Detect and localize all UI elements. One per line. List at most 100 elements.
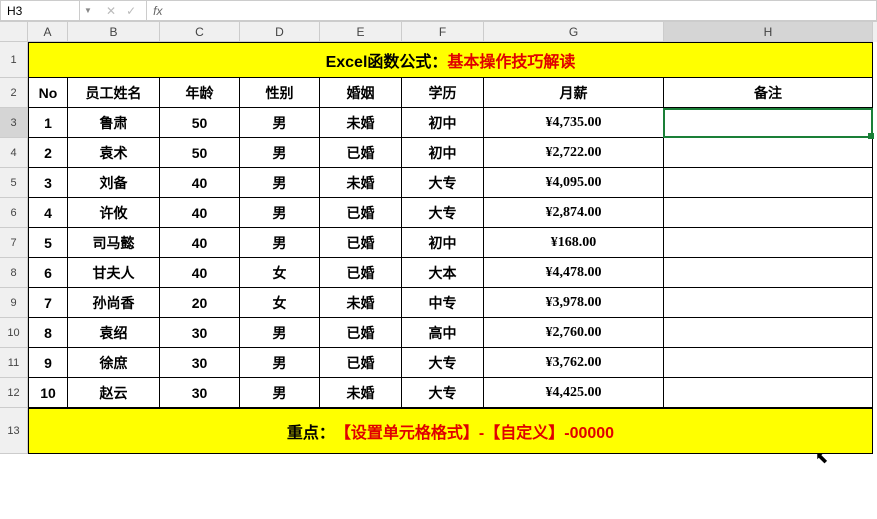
td-edu[interactable]: 大本 [402, 258, 484, 288]
td-edu[interactable]: 大专 [402, 168, 484, 198]
td-age[interactable]: 20 [160, 288, 240, 318]
td-age[interactable]: 40 [160, 198, 240, 228]
col-header-A[interactable]: A [28, 22, 68, 42]
td-name[interactable]: 孙尚香 [68, 288, 160, 318]
td-name[interactable]: 司马懿 [68, 228, 160, 258]
row-header-12[interactable]: 12 [0, 378, 28, 408]
row-header-4[interactable]: 4 [0, 138, 28, 168]
td-name[interactable]: 鲁肃 [68, 108, 160, 138]
name-box-dropdown-icon[interactable]: ▼ [80, 0, 96, 21]
th-salary[interactable]: 月薪 [484, 78, 664, 108]
td-marriage[interactable]: 未婚 [320, 168, 402, 198]
td-gender[interactable]: 男 [240, 378, 320, 408]
col-header-F[interactable]: F [402, 22, 484, 42]
td-note[interactable] [664, 288, 873, 318]
td-age[interactable]: 40 [160, 168, 240, 198]
td-salary[interactable]: ¥4,478.00 [484, 258, 664, 288]
footer-banner[interactable]: 重点： 【设置单元格格式】-【自定义】-00000 [28, 408, 873, 454]
td-note[interactable] [664, 258, 873, 288]
td-age[interactable]: 30 [160, 378, 240, 408]
td-edu[interactable]: 中专 [402, 288, 484, 318]
td-salary[interactable]: ¥4,425.00 [484, 378, 664, 408]
th-edu[interactable]: 学历 [402, 78, 484, 108]
td-note[interactable] [664, 168, 873, 198]
row-header-6[interactable]: 6 [0, 198, 28, 228]
td-no[interactable]: 5 [28, 228, 68, 258]
col-header-G[interactable]: G [484, 22, 664, 42]
td-edu[interactable]: 大专 [402, 198, 484, 228]
th-age[interactable]: 年龄 [160, 78, 240, 108]
row-header-11[interactable]: 11 [0, 348, 28, 378]
td-edu[interactable]: 初中 [402, 108, 484, 138]
fx-label[interactable]: fx [147, 0, 168, 21]
td-salary[interactable]: ¥3,978.00 [484, 288, 664, 318]
td-salary[interactable]: ¥2,874.00 [484, 198, 664, 228]
td-edu[interactable]: 大专 [402, 348, 484, 378]
formula-input[interactable] [168, 0, 877, 21]
td-no[interactable]: 3 [28, 168, 68, 198]
td-marriage[interactable]: 未婚 [320, 378, 402, 408]
col-header-H[interactable]: H [664, 22, 873, 42]
td-name[interactable]: 赵云 [68, 378, 160, 408]
col-header-C[interactable]: C [160, 22, 240, 42]
td-edu[interactable]: 初中 [402, 138, 484, 168]
td-no[interactable]: 8 [28, 318, 68, 348]
td-note[interactable] [664, 348, 873, 378]
td-no[interactable]: 6 [28, 258, 68, 288]
td-marriage[interactable]: 已婚 [320, 138, 402, 168]
td-salary[interactable]: ¥2,760.00 [484, 318, 664, 348]
th-no[interactable]: No [28, 78, 68, 108]
th-name[interactable]: 员工姓名 [68, 78, 160, 108]
td-name[interactable]: 徐庶 [68, 348, 160, 378]
row-header-2[interactable]: 2 [0, 78, 28, 108]
td-marriage[interactable]: 已婚 [320, 198, 402, 228]
td-no[interactable]: 9 [28, 348, 68, 378]
td-salary[interactable]: ¥4,095.00 [484, 168, 664, 198]
title-banner[interactable]: Excel函数公式： 基本操作技巧解读 [28, 42, 873, 78]
td-note[interactable] [664, 138, 873, 168]
row-header-10[interactable]: 10 [0, 318, 28, 348]
td-note[interactable] [664, 198, 873, 228]
td-marriage[interactable]: 未婚 [320, 108, 402, 138]
row-header-13[interactable]: 13 [0, 408, 28, 454]
td-age[interactable]: 50 [160, 138, 240, 168]
td-marriage[interactable]: 已婚 [320, 318, 402, 348]
td-note[interactable] [664, 318, 873, 348]
td-gender[interactable]: 男 [240, 138, 320, 168]
td-marriage[interactable]: 已婚 [320, 258, 402, 288]
td-age[interactable]: 30 [160, 318, 240, 348]
td-name[interactable]: 甘夫人 [68, 258, 160, 288]
name-box[interactable]: H3 [0, 0, 80, 21]
td-salary[interactable]: ¥168.00 [484, 228, 664, 258]
td-note[interactable] [664, 228, 873, 258]
td-note[interactable] [664, 378, 873, 408]
td-marriage[interactable]: 已婚 [320, 228, 402, 258]
td-gender[interactable]: 男 [240, 108, 320, 138]
td-age[interactable]: 40 [160, 258, 240, 288]
td-marriage[interactable]: 未婚 [320, 288, 402, 318]
row-header-7[interactable]: 7 [0, 228, 28, 258]
col-header-E[interactable]: E [320, 22, 402, 42]
td-age[interactable]: 50 [160, 108, 240, 138]
td-marriage[interactable]: 已婚 [320, 348, 402, 378]
row-header-3[interactable]: 3 [0, 108, 28, 138]
td-edu[interactable]: 高中 [402, 318, 484, 348]
td-age[interactable]: 40 [160, 228, 240, 258]
td-name[interactable]: 袁术 [68, 138, 160, 168]
td-edu[interactable]: 大专 [402, 378, 484, 408]
td-no[interactable]: 1 [28, 108, 68, 138]
select-all-corner[interactable] [0, 22, 28, 42]
td-edu[interactable]: 初中 [402, 228, 484, 258]
th-marriage[interactable]: 婚姻 [320, 78, 402, 108]
col-header-B[interactable]: B [68, 22, 160, 42]
td-gender[interactable]: 女 [240, 258, 320, 288]
th-note[interactable]: 备注 [664, 78, 873, 108]
td-gender[interactable]: 女 [240, 288, 320, 318]
row-header-5[interactable]: 5 [0, 168, 28, 198]
td-name[interactable]: 许攸 [68, 198, 160, 228]
td-name[interactable]: 袁绍 [68, 318, 160, 348]
row-header-1[interactable]: 1 [0, 42, 28, 78]
td-gender[interactable]: 男 [240, 198, 320, 228]
td-note[interactable] [664, 108, 873, 138]
row-header-8[interactable]: 8 [0, 258, 28, 288]
